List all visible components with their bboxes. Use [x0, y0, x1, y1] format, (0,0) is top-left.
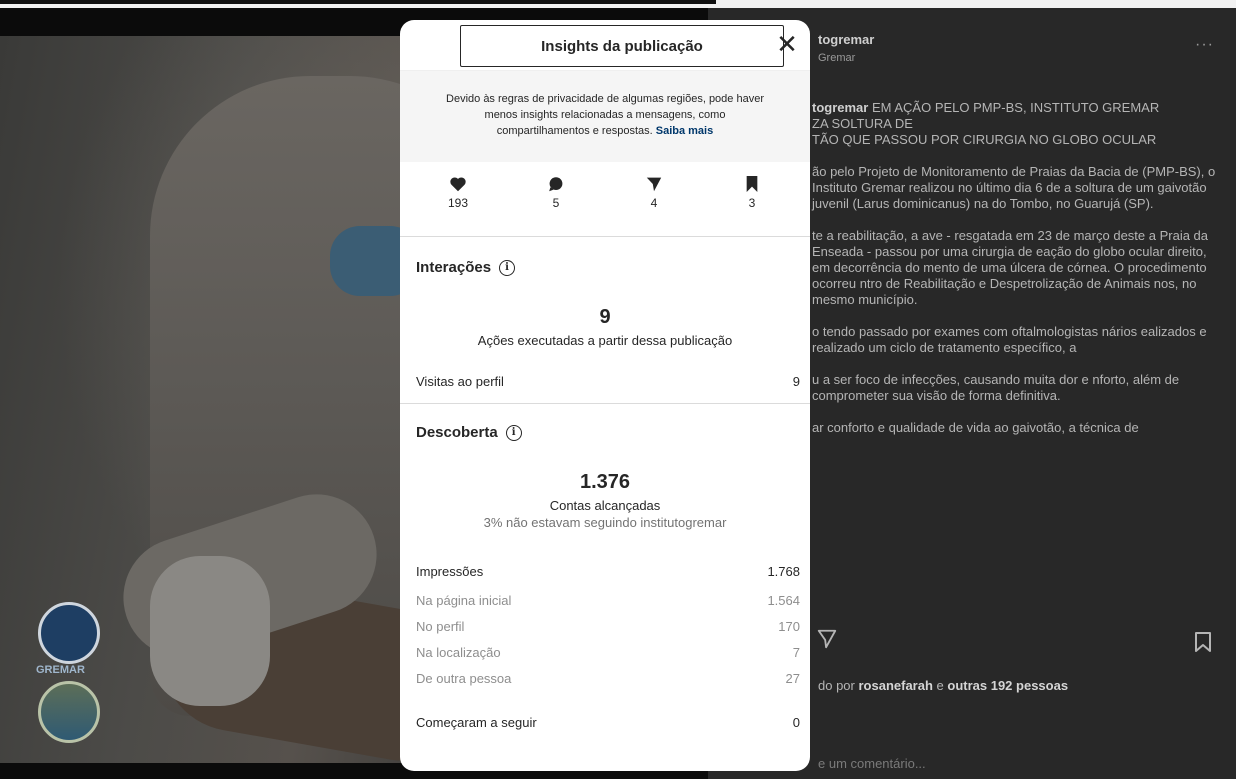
info-icon[interactable]: i [499, 259, 516, 276]
impressions-value: 1.768 [767, 564, 800, 579]
close-icon[interactable]: ✕ [772, 30, 802, 60]
breakdown-value: 27 [785, 671, 800, 686]
gremar-logo [38, 602, 100, 664]
saves-count: 3 [748, 196, 756, 210]
breakdown-value: 170 [778, 619, 800, 634]
follows-value: 0 [792, 715, 800, 730]
screen: GREMAR togremar Gremar ··· togremar EM A… [0, 0, 1236, 779]
likes-count: 193 [447, 196, 469, 210]
info-icon[interactable]: i [505, 424, 522, 441]
stat-saves: 3 [722, 176, 782, 236]
stat-likes: 193 [428, 176, 488, 236]
stat-comments: 5 [526, 176, 586, 236]
comment-icon [549, 177, 563, 192]
profile-visits-label: Visitas ao perfil [416, 374, 504, 389]
impressions-breakdown: Na página inicial 1.564 No perfil 170 Na… [400, 593, 810, 697]
impressions-breakdown-row: No perfil 170 [400, 619, 810, 645]
more-options-icon[interactable]: ··· [1195, 36, 1214, 54]
interactions-total: 9 [599, 306, 611, 328]
breakdown-label: De outra pessoa [416, 671, 512, 686]
privacy-notice-text: Devido às regras de privacidade de algum… [446, 93, 764, 137]
impressions-breakdown-row: Na localização 7 [400, 645, 810, 671]
modal-title: Insights da publicação [460, 25, 784, 67]
impressions-breakdown-row: De outra pessoa 27 [400, 671, 810, 697]
accounts-reached-sub: 3% não estavam seguindo institutogremar [483, 515, 727, 530]
interactions-section: Interações i 9 Ações executadas a partir… [400, 237, 810, 389]
breakdown-label: No perfil [416, 619, 465, 634]
impressions-label: Impressões [416, 564, 484, 579]
caption-text: TÃO QUE PASSOU POR CIRURGIA NO GLOBO OCU… [812, 132, 1157, 147]
privacy-notice: Devido às regras de privacidade de algum… [400, 70, 810, 162]
accounts-reached-total: 1.376 [579, 471, 631, 493]
gremar-logo-text: GREMAR [36, 664, 85, 676]
share-icon [646, 177, 662, 192]
pmp-logo [38, 681, 100, 743]
bookmark-icon[interactable] [1194, 632, 1212, 652]
heart-icon [450, 177, 466, 192]
stats-row: 193 5 4 3 [400, 162, 810, 237]
breakdown-value: 7 [792, 645, 800, 660]
follows-label: Começaram a seguir [416, 715, 537, 730]
breakdown-label: Na página inicial [416, 593, 512, 608]
interactions-heading: Interações i [400, 259, 810, 276]
discovery-heading: Descoberta i [400, 424, 810, 441]
interactions-title: Interações [416, 259, 492, 276]
breakdown-value: 1.564 [767, 593, 800, 608]
impressions-breakdown-row: Na página inicial 1.564 [400, 593, 810, 619]
caption-text: EM AÇÃO PELO PMP-BS, INSTITUTO GREMAR [868, 100, 1160, 115]
caption-username[interactable]: togremar [812, 100, 868, 115]
likes-summary: do por rosanefarah e outras 192 pessoas [818, 678, 1068, 693]
accounts-reached-label: Contas alcançadas [549, 498, 661, 513]
comments-count: 5 [552, 196, 560, 210]
caption-paragraph: ar conforto e qualidade de vida ao gaivo… [812, 420, 1139, 435]
share-icon[interactable] [816, 628, 838, 650]
post-caption: togremar EM AÇÃO PELO PMP-BS, INSTITUTO … [812, 100, 1222, 452]
profile-visits-value: 9 [792, 374, 800, 389]
browser-top-strip [0, 0, 1236, 8]
caption-paragraph: u a ser foco de infecções, causando muit… [812, 372, 1180, 403]
caption-paragraph: o tendo passado por exames com oftalmolo… [812, 324, 1207, 355]
follows-row: Começaram a seguir 0 [400, 715, 810, 730]
breakdown-label: Na localização [416, 645, 501, 660]
caption-paragraph: te a reabilitação, a ave - resgatada em … [812, 228, 1209, 307]
insights-modal: Insights da publicação ✕ Devido às regra… [400, 20, 810, 771]
learn-more-link[interactable]: Saiba mais [656, 125, 713, 137]
stat-shares: 4 [624, 176, 684, 236]
profile-visits-row: Visitas ao perfil 9 [400, 374, 810, 389]
discovery-title: Descoberta [416, 424, 498, 441]
post-account-subtitle: Gremar [818, 52, 856, 64]
impressions-row: Impressões 1.768 [400, 564, 810, 579]
likes-prefix: do por [818, 678, 859, 693]
caption-paragraph: ão pelo Projeto de Monitoramento de Prai… [812, 164, 1216, 211]
post-account-name[interactable]: togremar [818, 32, 874, 47]
caption-text: ZA SOLTURA DE [812, 116, 913, 131]
comment-input[interactable]: e um comentário... [818, 756, 926, 771]
discovery-section: Descoberta i 1.376 Contas alcançadas 3% … [400, 404, 810, 730]
others-link[interactable]: outras 192 pessoas [947, 678, 1068, 693]
modal-header: Insights da publicação ✕ [400, 20, 810, 70]
shares-count: 4 [650, 196, 658, 210]
bookmark-icon [746, 176, 758, 192]
interactions-label: Ações executadas a partir dessa publicaç… [477, 333, 733, 348]
likes-mid: e [932, 678, 948, 693]
liker-username[interactable]: rosanefarah [858, 678, 932, 693]
glove-figure [150, 556, 270, 706]
